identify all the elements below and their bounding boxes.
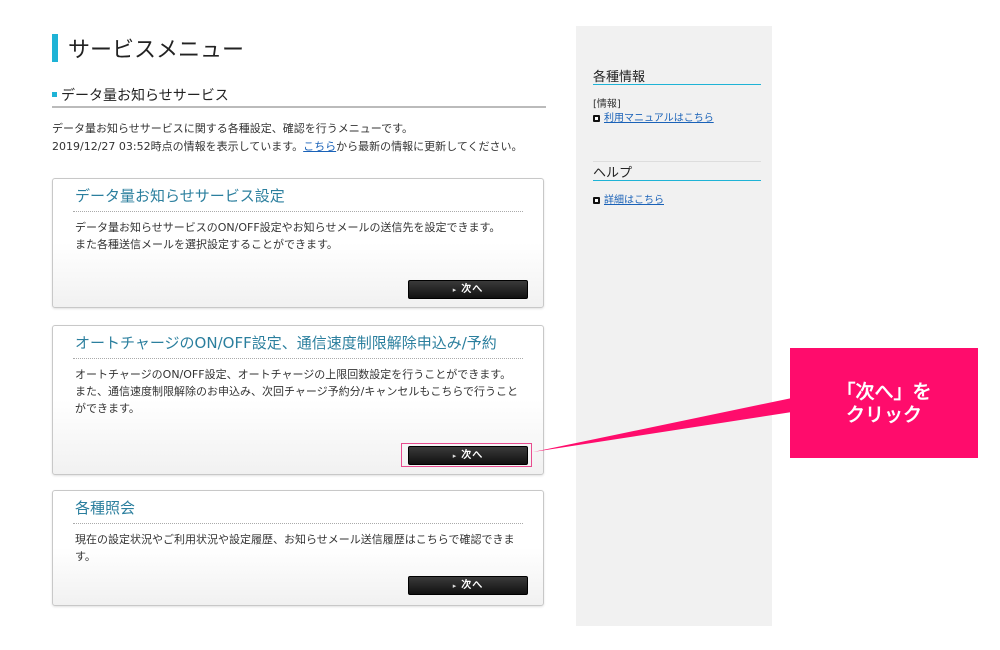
intro-line-1: データ量お知らせサービスに関する各種設定、確認を行うメニューです。 [52, 122, 414, 135]
main-content: サービスメニュー [52, 30, 548, 66]
card-title: オートチャージのON/OFF設定、通信速度制限解除申込み/予約 [75, 334, 497, 352]
card-divider [73, 211, 523, 212]
callout-line-1: 「次へ」を [836, 381, 932, 403]
card-desc-line: オートチャージのON/OFF設定、オートチャージの上限回数設定を行うことができま… [75, 368, 512, 381]
sidebar-info-label: [情報] [593, 99, 621, 110]
next-button-label: 次へ [461, 284, 484, 295]
card-desc-line: 現在の設定状況やご利用状況や設定履歴、お知らせメール送信履歴はこちらで確認できま… [75, 533, 515, 563]
callout-line-2: クリック [845, 404, 922, 426]
button-highlight-box [401, 443, 532, 467]
intro-text: データ量お知らせサービスに関する各種設定、確認を行うメニューです。 2019/1… [52, 120, 552, 156]
card-desc-line: また、通信速度制限解除のお申込み、次回チャージ予約分/キャンセルもこちらで行うこ… [75, 385, 519, 415]
arrow-right-icon: ▸ [452, 286, 458, 294]
sidebar-item-help[interactable]: 詳細はこちら [593, 191, 664, 206]
help-link[interactable]: 詳細はこちら [604, 195, 664, 206]
card-title: データ量お知らせサービス設定 [75, 187, 285, 205]
page-title: サービスメニュー [52, 30, 548, 66]
card-description: データ量お知らせサービスのON/OFF設定やお知らせメールの送信先を設定できます… [75, 219, 527, 253]
card-divider [73, 523, 523, 524]
link-bullet-icon [593, 196, 600, 204]
intro-line-2: 2019/12/27 03:52時点の情報を表示しています。こちらから最新の情報… [52, 138, 552, 156]
callout-annotation: 「次へ」を クリック [790, 348, 978, 458]
sidebar-item-manual[interactable]: 利用マニュアルはこちら [593, 109, 714, 124]
section-title: データ量お知らせサービス [52, 84, 546, 108]
sidebar-heading-help: ヘルプ [593, 162, 761, 181]
next-button-label: 次へ [461, 580, 484, 591]
card-description: 現在の設定状況やご利用状況や設定履歴、お知らせメール送信履歴はこちらで確認できま… [75, 531, 527, 565]
refresh-link[interactable]: こちら [303, 140, 336, 153]
card-description: オートチャージのON/OFF設定、オートチャージの上限回数設定を行うことができま… [75, 366, 527, 417]
manual-link[interactable]: 利用マニュアルはこちら [604, 113, 714, 124]
card-divider [73, 358, 523, 359]
intro-timestamp: 2019/12/27 03:52時点の情報を表示しています。 [52, 140, 304, 153]
card-desc-line: また各種送信メールを選択設定することができます。 [75, 238, 338, 251]
arrow-right-icon: ▸ [452, 582, 458, 590]
title-accent-bar [52, 34, 58, 62]
page-title-text: サービスメニュー [68, 38, 245, 63]
section-bullet-icon [52, 92, 57, 97]
next-button[interactable]: ▸ 次へ [408, 576, 528, 595]
next-button[interactable]: ▸ 次へ [408, 280, 528, 299]
card-title: 各種照会 [75, 499, 136, 517]
sidebar: 各種情報 [情報] 利用マニュアルはこちら ヘルプ 詳細はこちら [576, 26, 772, 626]
intro-suffix: から最新の情報に更新してください。 [336, 140, 523, 153]
card-desc-line: データ量お知らせサービスのON/OFF設定やお知らせメールの送信先を設定できます… [75, 221, 501, 234]
card-inquiries: 各種照会 現在の設定状況やご利用状況や設定履歴、お知らせメール送信履歴はこちらで… [52, 490, 544, 606]
section-title-text: データ量お知らせサービス [61, 88, 229, 104]
sidebar-heading-info: 各種情報 [593, 66, 761, 85]
callout-text: 「次へ」を クリック [790, 381, 978, 427]
link-bullet-icon [593, 114, 600, 122]
card-data-notice-settings: データ量お知らせサービス設定 データ量お知らせサービスのON/OFF設定やお知ら… [52, 178, 544, 308]
